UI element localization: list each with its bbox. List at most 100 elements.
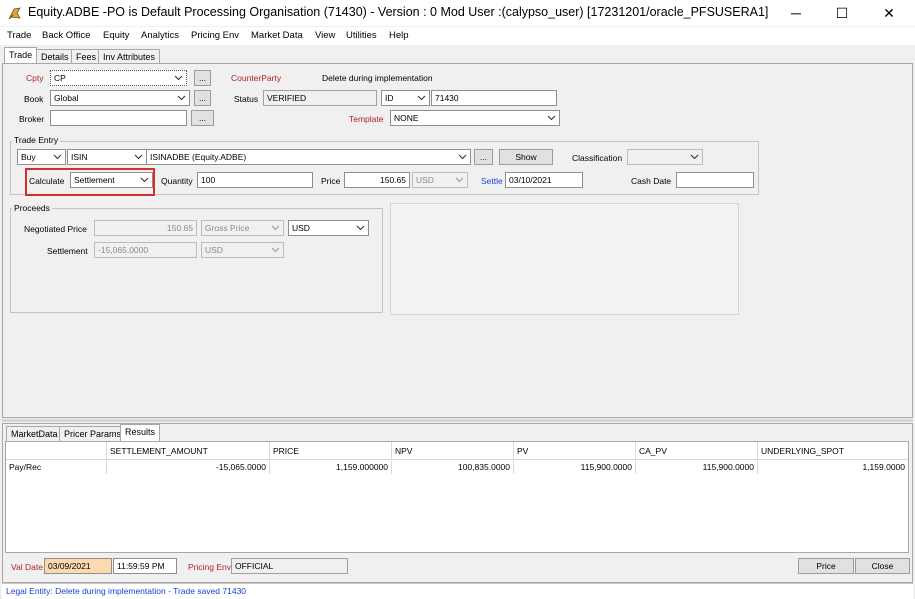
settlement-field: -15,065.0000 (94, 242, 197, 258)
column-header-settlement-amount[interactable]: SETTLEMENT_AMOUNT (107, 442, 270, 460)
minimize-button[interactable]: ─ (773, 0, 819, 26)
column-header-npv[interactable]: NPV (392, 442, 514, 460)
table-cell[interactable]: 115,900.0000 (514, 461, 636, 474)
table-cell[interactable]: 1,159.0000 (758, 461, 908, 474)
close-button[interactable]: Close (855, 558, 910, 574)
quantity-label: Quantity (161, 176, 193, 186)
cpty-value: CP (54, 73, 66, 83)
show-button[interactable]: Show (499, 149, 553, 165)
val-date-label: Val Date (11, 562, 43, 572)
negotiated-price-label: Negotiated Price (24, 224, 87, 234)
broker-field[interactable] (50, 110, 187, 126)
book-combo[interactable]: Global (50, 90, 190, 106)
trade-entry-legend: Trade Entry (12, 135, 61, 145)
tab-pricer-params[interactable]: Pricer Params (59, 426, 127, 441)
settle-field[interactable]: 03/10/2021 (505, 172, 583, 188)
chevron-down-icon (356, 225, 365, 231)
id-field[interactable]: 71430 (431, 90, 557, 106)
quantity-field[interactable]: 100 (197, 172, 313, 188)
menu-help[interactable]: Help (389, 30, 409, 41)
tab-trade[interactable]: Trade (4, 47, 38, 64)
counterparty-value: Delete during implementation (322, 73, 433, 83)
product-combo[interactable]: ISINADBE (Equity.ADBE) (146, 149, 471, 165)
val-date-field[interactable]: 03/09/2021 (44, 558, 112, 574)
column-header[interactable] (6, 442, 107, 460)
counterparty-label: CounterParty (231, 73, 282, 83)
chevron-down-icon (140, 177, 149, 183)
settlement-ccy-combo[interactable]: USD (201, 242, 284, 258)
table-row-label[interactable]: Pay/Rec (6, 461, 107, 474)
status-field: VERIFIED (263, 90, 377, 106)
calculate-label: Calculate (29, 176, 65, 186)
product-value: ISINADBE (Equity.ADBE) (150, 152, 247, 162)
menu-pricing-env[interactable]: Pricing Env (191, 30, 239, 41)
column-header-pv[interactable]: PV (514, 442, 636, 460)
pricing-env-field[interactable]: OFFICIAL (231, 558, 348, 574)
app-icon (8, 7, 21, 20)
title-bar: Equity.ADBE -PO is Default Processing Or… (0, 0, 915, 26)
cpty-ellipsis-button[interactable]: ... (194, 70, 211, 86)
chevron-down-icon (417, 95, 426, 101)
settlement-ccy-value: USD (205, 245, 223, 255)
template-value: NONE (394, 113, 419, 123)
calculate-value: Settlement (74, 175, 115, 185)
close-window-button[interactable]: ✕ (866, 0, 912, 26)
val-time-field[interactable]: 11:59:59 PM (113, 558, 177, 574)
menu-view[interactable]: View (315, 30, 335, 41)
column-header-price[interactable]: PRICE (270, 442, 392, 460)
menu-back-office[interactable]: Back Office (42, 30, 90, 41)
negotiated-price-field[interactable]: 150.65 (94, 220, 197, 236)
price-ccy-combo[interactable]: USD (412, 172, 468, 188)
menu-equity[interactable]: Equity (103, 30, 129, 41)
chevron-down-icon (53, 154, 62, 160)
book-ellipsis-button[interactable]: ... (194, 90, 211, 106)
splitter[interactable] (2, 419, 913, 422)
id-type-value: ID (385, 93, 394, 103)
direction-combo[interactable]: Buy (17, 149, 66, 165)
price-label: Price (321, 176, 341, 186)
product-ellipsis-button[interactable]: ... (474, 149, 493, 165)
maximize-button[interactable]: ☐ (819, 0, 865, 26)
chevron-down-icon (271, 225, 280, 231)
table-cell[interactable]: -15,065.0000 (107, 461, 270, 474)
status-label: Status (234, 94, 259, 104)
tab-inv-attributes[interactable]: Inv Attributes (98, 49, 161, 64)
column-header-underlying-spot[interactable]: UNDERLYING_SPOT (758, 442, 908, 460)
negotiated-ccy-value: USD (292, 223, 310, 233)
price-field[interactable]: 150.65 (344, 172, 410, 188)
broker-ellipsis-button[interactable]: ... (191, 110, 214, 126)
classification-combo[interactable] (627, 149, 703, 165)
tab-market-data[interactable]: MarketData (6, 426, 63, 441)
table-cell[interactable]: 100,835.0000 (392, 461, 514, 474)
tab-details[interactable]: Details (36, 49, 74, 64)
settle-label: Settle (481, 176, 503, 186)
price-button[interactable]: Price (798, 558, 854, 574)
negotiated-ccy-combo[interactable]: USD (288, 220, 369, 236)
cash-date-field[interactable] (676, 172, 754, 188)
book-value: Global (54, 93, 79, 103)
menu-utilities[interactable]: Utilities (346, 30, 377, 41)
classification-label: Classification (572, 153, 623, 163)
empty-panel (390, 203, 739, 315)
price-type-value: Gross Price (205, 223, 250, 233)
table-cell[interactable]: 115,900.0000 (636, 461, 758, 474)
price-type-combo[interactable]: Gross Price (201, 220, 284, 236)
menu-analytics[interactable]: Analytics (141, 30, 179, 41)
code-type-value: ISIN (71, 152, 88, 162)
tab-results[interactable]: Results (120, 424, 161, 441)
code-type-combo[interactable]: ISIN (67, 149, 147, 165)
calculate-combo[interactable]: Settlement (70, 172, 153, 188)
table-cell[interactable]: 1,159.000000 (270, 461, 392, 474)
tab-fees[interactable]: Fees (71, 49, 102, 64)
settlement-label: Settlement (47, 246, 88, 256)
menu-market-data[interactable]: Market Data (251, 30, 303, 41)
chevron-down-icon (690, 154, 699, 160)
template-combo[interactable]: NONE (390, 110, 560, 126)
id-type-combo[interactable]: ID (381, 90, 430, 106)
cpty-combo[interactable]: CP (50, 70, 187, 86)
column-header-ca-pv[interactable]: CA_PV (636, 442, 758, 460)
cpty-label: Cpty (26, 73, 44, 83)
menu-trade[interactable]: Trade (7, 30, 31, 41)
status-bar: Legal Entity: Delete during implementati… (2, 583, 913, 599)
chevron-down-icon (134, 154, 143, 160)
